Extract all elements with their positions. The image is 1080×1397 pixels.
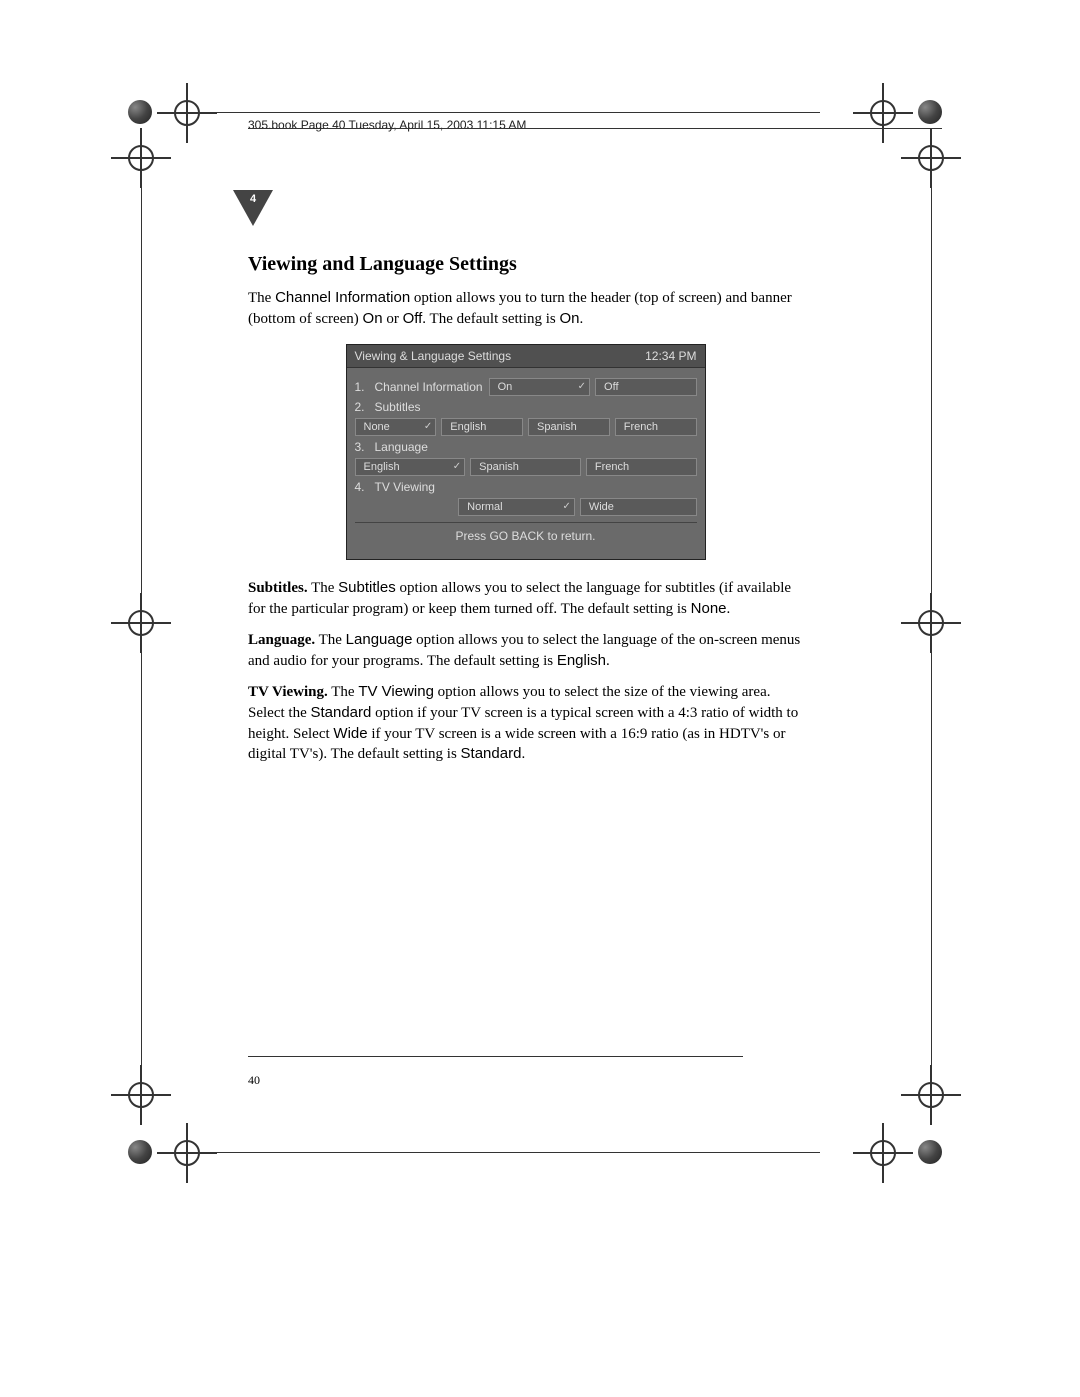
language-french: French — [586, 458, 697, 476]
screenshot-time: 12:34 PM — [645, 349, 696, 363]
chapter-number: 4 — [233, 193, 273, 205]
content-area: Viewing and Language Settings The Channe… — [248, 253, 803, 775]
paragraph-tv-viewing: TV Viewing. The TV Viewing option allows… — [248, 682, 803, 766]
registration-mark — [870, 1140, 896, 1166]
footer-rule — [248, 1056, 743, 1057]
screenshot-footer: Press GO BACK to return. — [355, 522, 697, 549]
crop-sphere — [918, 100, 942, 124]
check-icon: ✓ — [578, 381, 586, 392]
section-heading: Viewing and Language Settings — [248, 253, 803, 276]
crop-line — [931, 175, 932, 600]
page-header: 305.book Page 40 Tuesday, April 15, 2003… — [248, 118, 526, 132]
paragraph-language: Language. The Language option allows you… — [248, 630, 803, 672]
subtitles-english: English — [441, 418, 523, 436]
registration-mark — [918, 610, 944, 636]
crop-line — [931, 640, 932, 1070]
check-icon: ✓ — [562, 501, 570, 512]
settings-screenshot: Viewing & Language Settings 12:34 PM 1. … — [346, 344, 706, 560]
registration-mark — [918, 1082, 944, 1108]
page-number: 40 — [248, 1073, 260, 1088]
language-spanish: Spanish — [470, 458, 581, 476]
language-english: English✓ — [355, 458, 466, 476]
registration-mark — [174, 1140, 200, 1166]
crop-sphere — [918, 1140, 942, 1164]
registration-mark — [128, 145, 154, 171]
crop-sphere — [128, 100, 152, 124]
crop-sphere — [128, 1140, 152, 1164]
option-number: 1. — [355, 380, 369, 394]
check-icon: ✓ — [453, 461, 461, 472]
registration-mark — [870, 100, 896, 126]
screenshot-title: Viewing & Language Settings — [355, 349, 512, 363]
check-icon: ✓ — [424, 421, 432, 432]
option-number: 3. — [355, 440, 369, 454]
tv-normal: Normal✓ — [458, 498, 575, 516]
option-number: 4. — [355, 480, 369, 494]
registration-mark — [128, 610, 154, 636]
subtitles-spanish: Spanish — [528, 418, 610, 436]
option-label: Channel Information — [375, 380, 483, 394]
registration-mark — [128, 1082, 154, 1108]
registration-mark — [174, 100, 200, 126]
crop-line — [141, 640, 142, 1070]
crop-line — [141, 175, 142, 600]
subtitles-french: French — [615, 418, 697, 436]
option-on: On✓ — [489, 378, 590, 396]
registration-mark — [918, 145, 944, 171]
paragraph-channel-info: The Channel Information option allows yo… — [248, 288, 803, 330]
crop-line — [200, 1152, 820, 1153]
option-label: Language — [375, 440, 428, 454]
subtitles-none: None✓ — [355, 418, 437, 436]
option-label: Subtitles — [375, 400, 421, 414]
tv-wide: Wide — [580, 498, 697, 516]
option-label: TV Viewing — [375, 480, 435, 494]
option-off: Off — [595, 378, 696, 396]
crop-line — [200, 112, 820, 113]
chapter-marker: 4 — [233, 190, 269, 226]
paragraph-subtitles: Subtitles. The Subtitles option allows y… — [248, 578, 803, 620]
header-rule — [248, 128, 942, 129]
option-number: 2. — [355, 400, 369, 414]
